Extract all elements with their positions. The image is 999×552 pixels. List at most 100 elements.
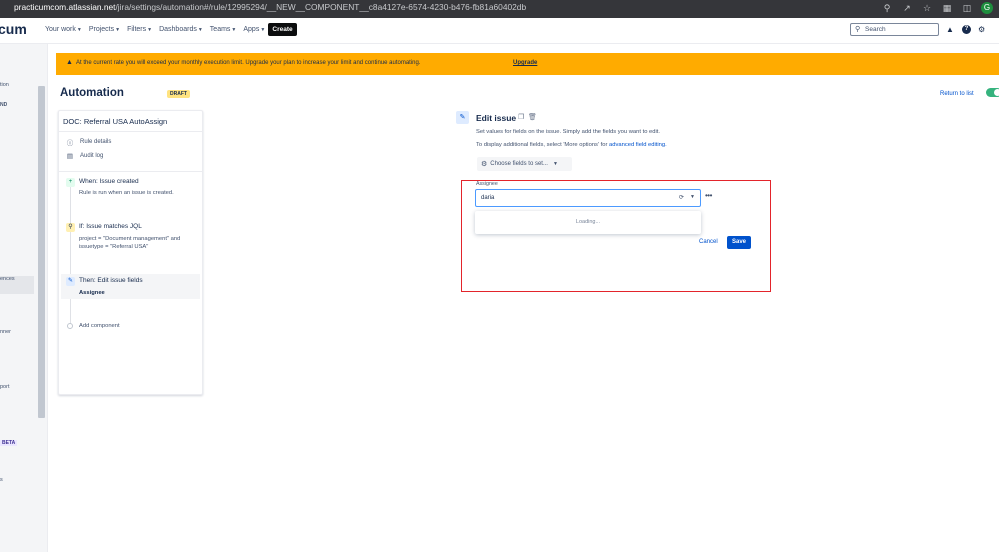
action-step-title[interactable]: Then: Edit issue fields: [79, 277, 143, 284]
zoom-icon[interactable]: ⚲: [881, 2, 893, 14]
action-pencil-icon: ✎: [66, 277, 75, 286]
assignee-label: Assignee: [476, 181, 498, 187]
chevron-down-icon: ▼: [231, 27, 236, 33]
nav-your-work[interactable]: Your work▼: [45, 26, 82, 33]
loading-spinner-icon: ⟳: [679, 194, 684, 201]
extensions-icon[interactable]: ▦: [941, 2, 953, 14]
divider: [59, 171, 202, 172]
beta-badge: BETA: [0, 440, 17, 446]
help-icon[interactable]: ?: [962, 25, 971, 34]
project-sidebar: tion ND ences nner port BETA s: [0, 44, 48, 552]
nav-label: Projects: [89, 26, 114, 33]
chevron-down-icon: ▼: [147, 27, 152, 33]
cancel-button[interactable]: Cancel: [699, 239, 718, 245]
nav-label: Dashboards: [159, 26, 197, 33]
settings-gear-icon[interactable]: ⚙: [978, 25, 985, 34]
sidebar-item[interactable]: ences: [0, 276, 15, 282]
gear-icon: ⚙: [481, 160, 487, 168]
sidebar-item[interactable]: nner: [0, 329, 11, 335]
sidebar-item[interactable]: port: [0, 384, 9, 390]
add-component-circle-icon: [67, 323, 73, 329]
edit-description-more: To display additional fields, select 'Mo…: [476, 142, 667, 148]
return-to-list-link[interactable]: Return to list: [940, 91, 974, 97]
nav-label: Your work: [45, 26, 76, 33]
edit-issue-title: Edit issue: [476, 113, 516, 123]
choose-fields-label: Choose fields to set...: [490, 161, 548, 167]
trigger-step-title[interactable]: When: Issue created: [79, 178, 139, 185]
nav-projects[interactable]: Projects▼: [89, 26, 120, 33]
rule-details-label: Rule details: [80, 139, 111, 145]
rule-name[interactable]: DOC: Referral USA AutoAssign: [63, 117, 167, 126]
trigger-plus-icon: +: [66, 178, 75, 187]
chevron-down-icon: ▼: [260, 27, 265, 33]
banner-message: At the current rate you will exceed your…: [76, 60, 421, 66]
rule-card: DOC: Referral USA AutoAssign ⓘ Rule deta…: [58, 110, 203, 395]
condition-step-title[interactable]: If: Issue matches JQL: [79, 223, 142, 230]
assignee-select-input[interactable]: daria ⟳ ▼: [475, 189, 701, 207]
choose-fields-button[interactable]: ⚙ Choose fields to set... ▼: [477, 157, 572, 171]
trash-icon[interactable]: 🗑: [528, 113, 537, 121]
url-text[interactable]: practicumcom.atlassian.net/jira/settings…: [14, 2, 526, 12]
audit-log-link[interactable]: ▤ Audit log: [66, 152, 103, 160]
upgrade-link[interactable]: Upgrade: [513, 60, 537, 66]
chevron-down-icon: ▼: [115, 27, 120, 33]
desc-prefix: To display additional fields, select 'Mo…: [476, 142, 609, 148]
nav-filters[interactable]: Filters▼: [127, 26, 152, 33]
copy-icon[interactable]: ❐: [518, 113, 524, 121]
share-icon[interactable]: ↗: [901, 2, 913, 14]
browser-icons: ⚲ ↗ ☆ ▦ ◫ G: [881, 2, 993, 14]
draft-badge: DRAFT: [167, 90, 190, 98]
action-field: Assignee: [79, 289, 105, 298]
browser-address-bar: practicumcom.atlassian.net/jira/settings…: [0, 0, 999, 18]
document-icon: ▤: [66, 152, 74, 160]
nav-right-icons: ▲ ? ⚙: [945, 25, 985, 34]
browser-profile-avatar[interactable]: G: [981, 2, 993, 14]
nav-apps[interactable]: Apps▼: [243, 26, 265, 33]
sidebar-scrollbar[interactable]: [38, 86, 45, 418]
sidebar-item[interactable]: tion: [0, 82, 9, 88]
audit-log-label: Audit log: [80, 153, 103, 159]
info-icon: ⓘ: [66, 137, 74, 147]
assignee-dropdown-menu: Loading...: [475, 211, 701, 234]
trigger-step-desc: Rule is run when an issue is created.: [79, 189, 174, 198]
sidebar-panel-icon[interactable]: ◫: [961, 2, 973, 14]
sidebar-item[interactable]: s: [0, 477, 3, 483]
brand-logo[interactable]: cum: [0, 21, 27, 37]
nav-teams[interactable]: Teams▼: [210, 26, 237, 33]
page-title: Automation: [60, 87, 124, 99]
url-path: /jira/settings/automation#/rule/12995294…: [115, 2, 526, 12]
edit-pencil-icon: ✎: [456, 111, 469, 124]
divider: [59, 131, 202, 132]
condition-line-2: issuetype = "Referral USA": [79, 243, 148, 252]
assignee-value: daria: [481, 195, 494, 201]
sidebar-heading: ND: [0, 102, 7, 108]
nav-dashboards[interactable]: Dashboards▼: [159, 26, 203, 33]
notifications-icon[interactable]: ▲: [945, 25, 955, 34]
warning-icon: ▲: [66, 59, 73, 66]
chevron-down-icon: ▼: [553, 161, 558, 167]
top-navigation: cum Your work▼ Projects▼ Filters▼ Dashbo…: [0, 18, 999, 44]
search-icon: ⚲: [855, 25, 860, 33]
advanced-field-editing-link[interactable]: advanced field editing.: [609, 142, 667, 148]
bookmark-star-icon[interactable]: ☆: [921, 2, 933, 14]
toggle-knob: [994, 89, 999, 96]
rule-details-link[interactable]: ⓘ Rule details: [66, 137, 111, 147]
chevron-down-icon[interactable]: ▼: [690, 194, 695, 200]
nav-label: Apps: [243, 26, 259, 33]
save-button[interactable]: Save: [727, 236, 751, 249]
create-button[interactable]: Create: [268, 23, 297, 36]
timeline-line: [70, 179, 71, 329]
add-component-link[interactable]: Add component: [79, 322, 120, 331]
search-input[interactable]: ⚲ Search: [850, 23, 939, 36]
condition-search-icon: ⚲: [66, 223, 75, 232]
edit-description: Set values for fields on the issue. Simp…: [476, 129, 660, 135]
nav-items: Your work▼ Projects▼ Filters▼ Dashboards…: [45, 26, 265, 33]
url-host: practicumcom.atlassian.net: [14, 2, 115, 12]
search-placeholder: Search: [865, 26, 886, 33]
rule-enabled-toggle[interactable]: [986, 88, 999, 97]
nav-label: Teams: [210, 26, 231, 33]
nav-label: Filters: [127, 26, 146, 33]
execution-limit-banner: ▲ At the current rate you will exceed yo…: [56, 53, 999, 75]
loading-text: Loading...: [475, 219, 701, 225]
more-options-button[interactable]: •••: [705, 191, 712, 200]
